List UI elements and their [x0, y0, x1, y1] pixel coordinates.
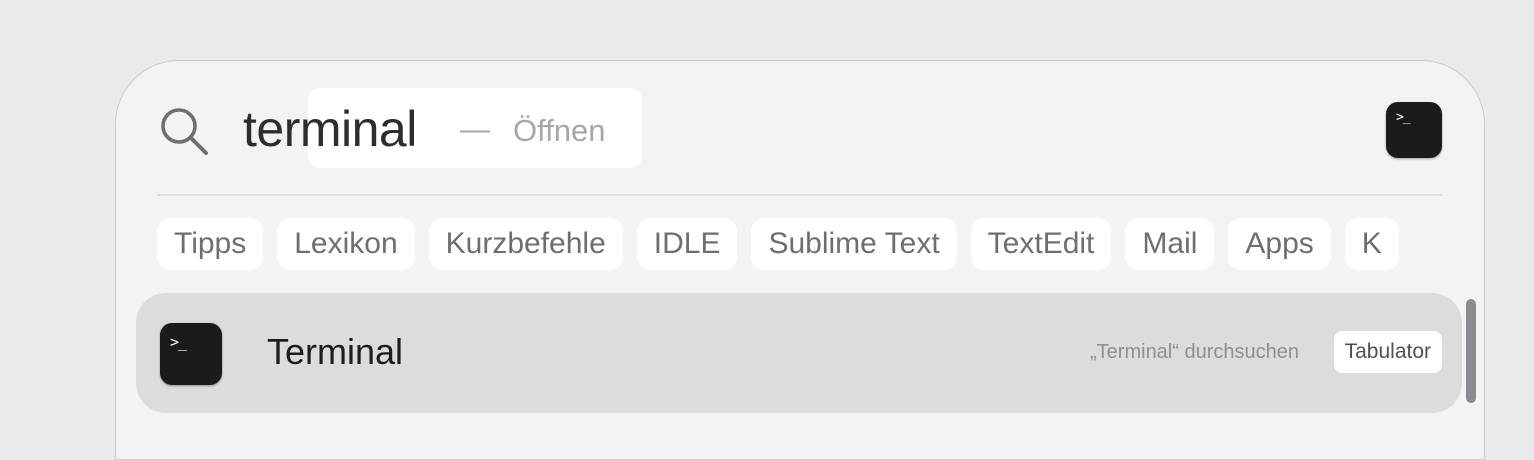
query-action-hint: Öffnen — [513, 113, 606, 148]
chip-idle[interactable]: IDLE — [636, 218, 738, 270]
chip-mail[interactable]: Mail — [1125, 218, 1215, 270]
search-in-app-hint: „Terminal“ durchsuchen — [1090, 341, 1299, 363]
chip-lexikon[interactable]: Lexikon — [277, 218, 415, 270]
chip-apps[interactable]: Apps — [1228, 218, 1331, 270]
terminal-preview-icon: >_ — [1386, 102, 1442, 158]
divider — [157, 194, 1442, 196]
search-input[interactable]: terminal — [243, 99, 417, 159]
terminal-prompt-glyph: >_ — [1396, 110, 1411, 125]
result-row-terminal[interactable]: >_ Terminal „Terminal“ durchsuchen Tabul… — [136, 293, 1462, 413]
search-row: terminal — Öffnen >_ — [116, 61, 1484, 195]
search-icon — [161, 108, 208, 155]
tab-key-badge: Tabulator — [1333, 331, 1442, 373]
spotlight-panel: terminal — Öffnen >_ Tipps Lexikon Kurzbef… — [115, 60, 1485, 460]
category-chips: Tipps Lexikon Kurzbefehle IDLE Sublime Text T… — [157, 218, 1413, 270]
chip-truncated[interactable]: K — [1344, 218, 1399, 270]
result-title: Terminal — [267, 331, 404, 372]
chip-tipps[interactable]: Tipps — [157, 218, 264, 270]
query-separator: — — [460, 113, 490, 146]
chip-sublime-text[interactable]: Sublime Text — [751, 218, 957, 270]
chip-textedit[interactable]: TextEdit — [970, 218, 1112, 270]
terminal-prompt-glyph: >_ — [170, 333, 187, 351]
terminal-app-icon: >_ — [160, 323, 222, 385]
chip-kurzbefehle[interactable]: Kurzbefehle — [428, 218, 623, 270]
scrollbar[interactable] — [1466, 299, 1476, 403]
